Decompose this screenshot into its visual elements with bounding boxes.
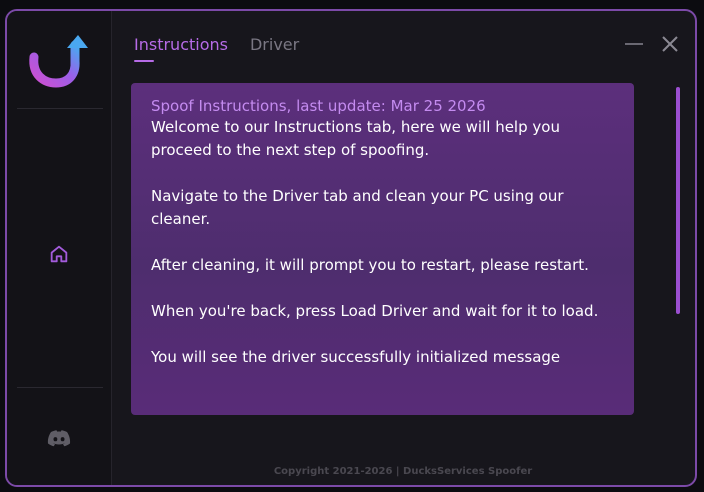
instruction-paragraph: When you're back, press Load Driver and … [151,302,599,320]
instructions-text: Welcome to our Instructions tab, here we… [151,116,614,369]
minimize-icon [625,43,643,45]
home-icon [50,245,68,263]
sidebar-item-home[interactable] [44,240,74,268]
instruction-paragraph: You will see the driver successfully ini… [151,348,561,366]
app-window: Instructions Driver Spoof Instructions, … [5,9,697,487]
copyright-footer: Copyright 2021-2026 | DucksServices Spoo… [273,466,533,477]
sidebar-divider [17,108,103,109]
discord-icon [47,430,71,447]
sidebar [7,11,112,485]
close-icon [662,36,678,52]
tab-bar: Instructions Driver [134,35,299,62]
scrollbar-thumb[interactable] [676,87,680,314]
app-logo [29,35,88,88]
tab-instructions[interactable]: Instructions [134,35,228,62]
sidebar-item-discord[interactable] [44,425,74,453]
instructions-panel: Spoof Instructions, last update: Mar 25 … [131,83,634,415]
close-button[interactable] [659,33,681,55]
sidebar-divider [17,387,103,388]
tab-driver[interactable]: Driver [250,35,299,62]
panel-title: Spoof Instructions, last update: Mar 25 … [151,97,486,115]
instruction-paragraph: Navigate to the Driver tab and clean you… [151,187,564,228]
instruction-paragraph: Welcome to our Instructions tab, here we… [151,118,560,159]
instruction-paragraph: After cleaning, it will prompt you to re… [151,256,589,274]
minimize-button[interactable] [623,33,645,55]
